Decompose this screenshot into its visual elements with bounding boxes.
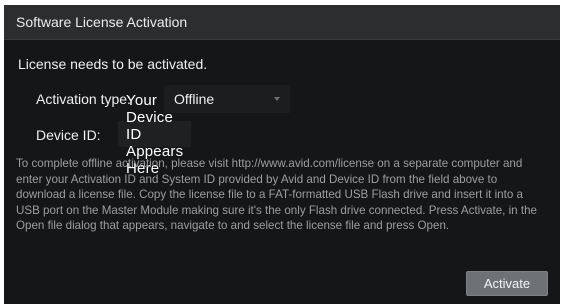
device-id-field: Your Device ID Appears Here [118, 92, 192, 177]
title-bar: Software License Activation [4, 5, 560, 40]
activation-type-row: Activation type: Offline [36, 85, 290, 113]
chevron-down-icon [274, 97, 280, 101]
offline-activation-instructions: To complete offline activation, please v… [16, 157, 537, 233]
device-id-label: Device ID: [36, 127, 101, 143]
license-activation-dialog: Software License Activation License need… [4, 5, 560, 304]
activation-type-label: Activation type: [36, 91, 131, 107]
device-id-row: Device ID: Your Device ID Appears Here [36, 92, 192, 177]
window-title: Software License Activation [16, 14, 188, 30]
activation-status-text: License needs to be activated. [18, 56, 208, 72]
activate-button[interactable]: Activate [466, 271, 548, 296]
